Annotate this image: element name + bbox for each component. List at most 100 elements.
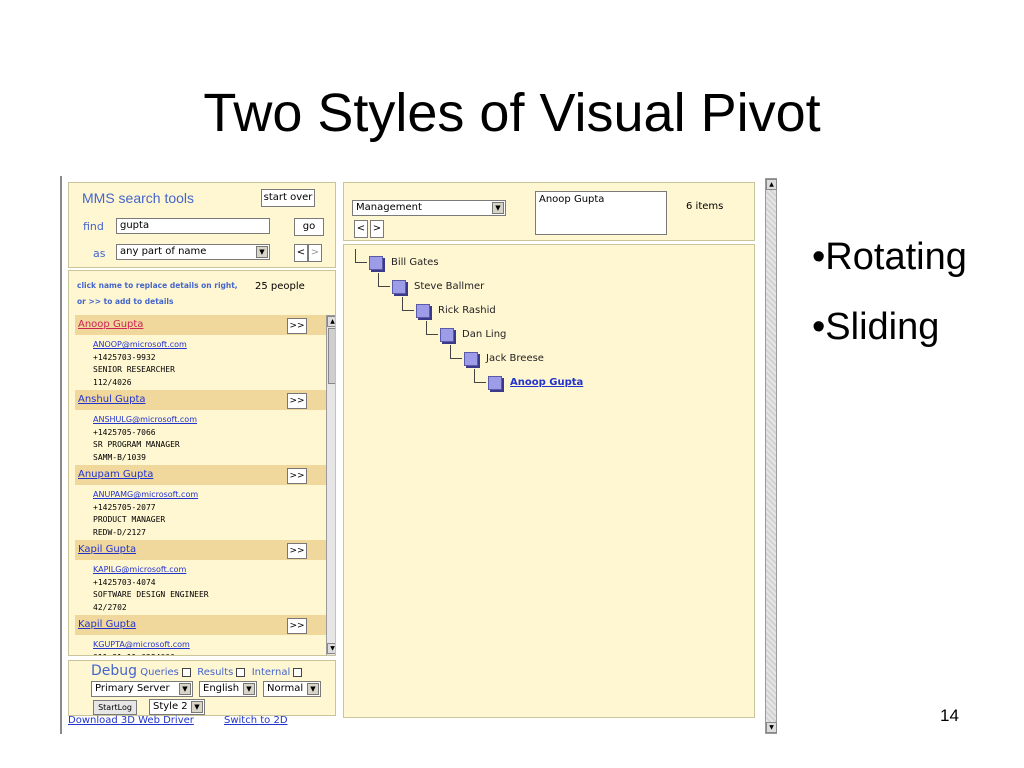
style-select[interactable]: Style 2 ▼ [149, 699, 205, 715]
person-title: SOFTWARE DESIGN ENGINEER [93, 590, 209, 599]
chevron-down-icon: ▼ [492, 202, 504, 214]
language-select[interactable]: English ▼ [199, 681, 257, 697]
scroll-down-icon[interactable]: ▼ [766, 722, 777, 733]
person-header: Anshul Gupta >> [75, 390, 327, 410]
next-button[interactable]: > [308, 244, 322, 262]
pivot-tree-pane: Bill Gates Steve Ballmer Rick Rashid Dan… [343, 244, 755, 718]
pivot-prev-button[interactable]: < [354, 220, 368, 238]
match-mode-select[interactable]: any part of name ▼ [116, 244, 270, 260]
chevron-down-icon: ▼ [243, 683, 255, 695]
debug-pane: Debug Queries Results Internal Primary S… [68, 660, 336, 716]
internal-label: Internal [251, 667, 291, 678]
bullet-sliding: •Sliding [812, 306, 940, 348]
results-scrollbar[interactable]: ▲ ▼ [326, 315, 335, 655]
person-email-link[interactable]: KAPILG@microsoft.com [93, 564, 209, 577]
tree-connector [378, 273, 390, 287]
person-email-link[interactable]: ANOOP@microsoft.com [93, 339, 187, 352]
tree-node-label: Bill Gates [391, 257, 439, 268]
bullet-list: •Rotating •Sliding [812, 236, 967, 376]
dimension-value: Management [356, 202, 422, 213]
window-scrollbar[interactable]: ▲ ▼ [765, 178, 777, 734]
add-to-details-button[interactable]: >> [287, 318, 307, 334]
add-to-details-button[interactable]: >> [287, 543, 307, 559]
tree-node-label: Dan Ling [462, 329, 507, 340]
person-title: SR PROGRAM MANAGER [93, 440, 180, 449]
instructions-line-1: click name to replace details on right, [77, 281, 238, 290]
tree-connector [355, 249, 367, 263]
mode-select[interactable]: Normal ▼ [263, 681, 321, 697]
results-checkbox[interactable] [236, 667, 246, 677]
person-header: Kapil Gupta >> [75, 540, 327, 560]
dimension-select[interactable]: Management ▼ [352, 200, 506, 216]
chevron-down-icon: ▼ [191, 701, 203, 713]
person-header: Anoop Gupta >> [75, 315, 327, 335]
person-phone: +1425703-4074 [93, 577, 156, 587]
items-count: 6 items [686, 201, 724, 212]
person-title: SENIOR RESEARCHER [93, 365, 175, 374]
queries-checkbox[interactable] [181, 667, 191, 677]
download-driver-link[interactable]: Download 3D Web Driver [68, 715, 194, 726]
match-mode-value: any part of name [120, 246, 207, 257]
switch-to-2d-link[interactable]: Switch to 2D [224, 715, 288, 726]
person-name-link[interactable]: Anoop Gupta [78, 319, 143, 330]
person-email-link[interactable]: KGUPTA@microsoft.com [93, 639, 190, 652]
pivot-next-button[interactable]: > [370, 220, 384, 238]
scroll-down-icon[interactable]: ▼ [327, 643, 335, 654]
node-box-icon [416, 304, 430, 318]
person-header: Kapil Gupta >> [75, 615, 327, 635]
selected-person-box[interactable]: Anoop Gupta [535, 191, 667, 235]
person-title: PRODUCT MANAGER [93, 515, 166, 524]
find-input[interactable]: gupta [116, 218, 270, 234]
add-to-details-button[interactable]: >> [287, 618, 307, 634]
person-name-link[interactable]: Kapil Gupta [78, 619, 136, 630]
scrollbar-thumb[interactable] [328, 328, 335, 384]
pivot-controls-pane: Management ▼ < > Anoop Gupta 6 items [343, 182, 755, 241]
person-office: SAMM-B/1039 [93, 452, 146, 462]
queries-label: Queries [140, 667, 179, 678]
start-over-button[interactable]: start over [261, 189, 315, 207]
tree-node-label: Steve Ballmer [414, 281, 485, 292]
go-button[interactable]: go [294, 218, 324, 236]
person-email-link[interactable]: ANUPAMG@microsoft.com [93, 489, 198, 502]
person-name-link[interactable]: Kapil Gupta [78, 544, 136, 555]
person-office: REDW-D/2127 [93, 527, 146, 537]
tree-connector [426, 321, 438, 335]
node-box-icon [440, 328, 454, 342]
scroll-up-icon[interactable]: ▲ [327, 316, 335, 327]
search-pane: MMS search tools start over find gupta g… [68, 182, 336, 268]
internal-checkbox[interactable] [293, 667, 303, 677]
debug-row: Debug Queries Results Internal [91, 663, 303, 679]
tree-node-label: Rick Rashid [438, 305, 496, 316]
scroll-up-icon[interactable]: ▲ [766, 179, 777, 190]
person-details: KAPILG@microsoft.com +1425703-4074 SOFTW… [93, 564, 209, 614]
add-to-details-button[interactable]: >> [287, 393, 307, 409]
person-header: Anupam Gupta >> [75, 465, 327, 485]
person-office: 112/4026 [93, 377, 132, 387]
node-box-icon [369, 256, 383, 270]
server-select[interactable]: Primary Server ▼ [91, 681, 193, 697]
chevron-down-icon: ▼ [179, 683, 191, 695]
prev-button[interactable]: < [294, 244, 308, 262]
language-value: English [203, 683, 240, 694]
bullet-rotating: •Rotating [812, 236, 967, 278]
result-count: 25 people [255, 281, 305, 292]
person-phone: +1425705-2077 [93, 502, 156, 512]
tree-node-label: Anoop Gupta [510, 377, 584, 388]
chevron-down-icon: ▼ [256, 246, 268, 258]
person-name-link[interactable]: Anshul Gupta [78, 394, 146, 405]
tree-node-label: Jack Breese [486, 353, 544, 364]
person-phone: +1425703-9932 [93, 352, 156, 362]
search-heading: MMS search tools [82, 190, 195, 206]
node-box-icon [464, 352, 478, 366]
tree-connector [474, 369, 486, 383]
app-screenshot: MMS search tools start over find gupta g… [60, 176, 779, 734]
person-email-link[interactable]: ANSHULG@microsoft.com [93, 414, 197, 427]
page-number: 14 [940, 706, 959, 725]
chevron-down-icon: ▼ [307, 683, 319, 695]
slide-title: Two Styles of Visual Pivot [203, 83, 821, 143]
results-label: Results [197, 667, 234, 678]
add-to-details-button[interactable]: >> [287, 468, 307, 484]
person-name-link[interactable]: Anupam Gupta [78, 469, 153, 480]
startlog-button[interactable]: StartLog [93, 700, 137, 715]
server-value: Primary Server [95, 683, 170, 694]
